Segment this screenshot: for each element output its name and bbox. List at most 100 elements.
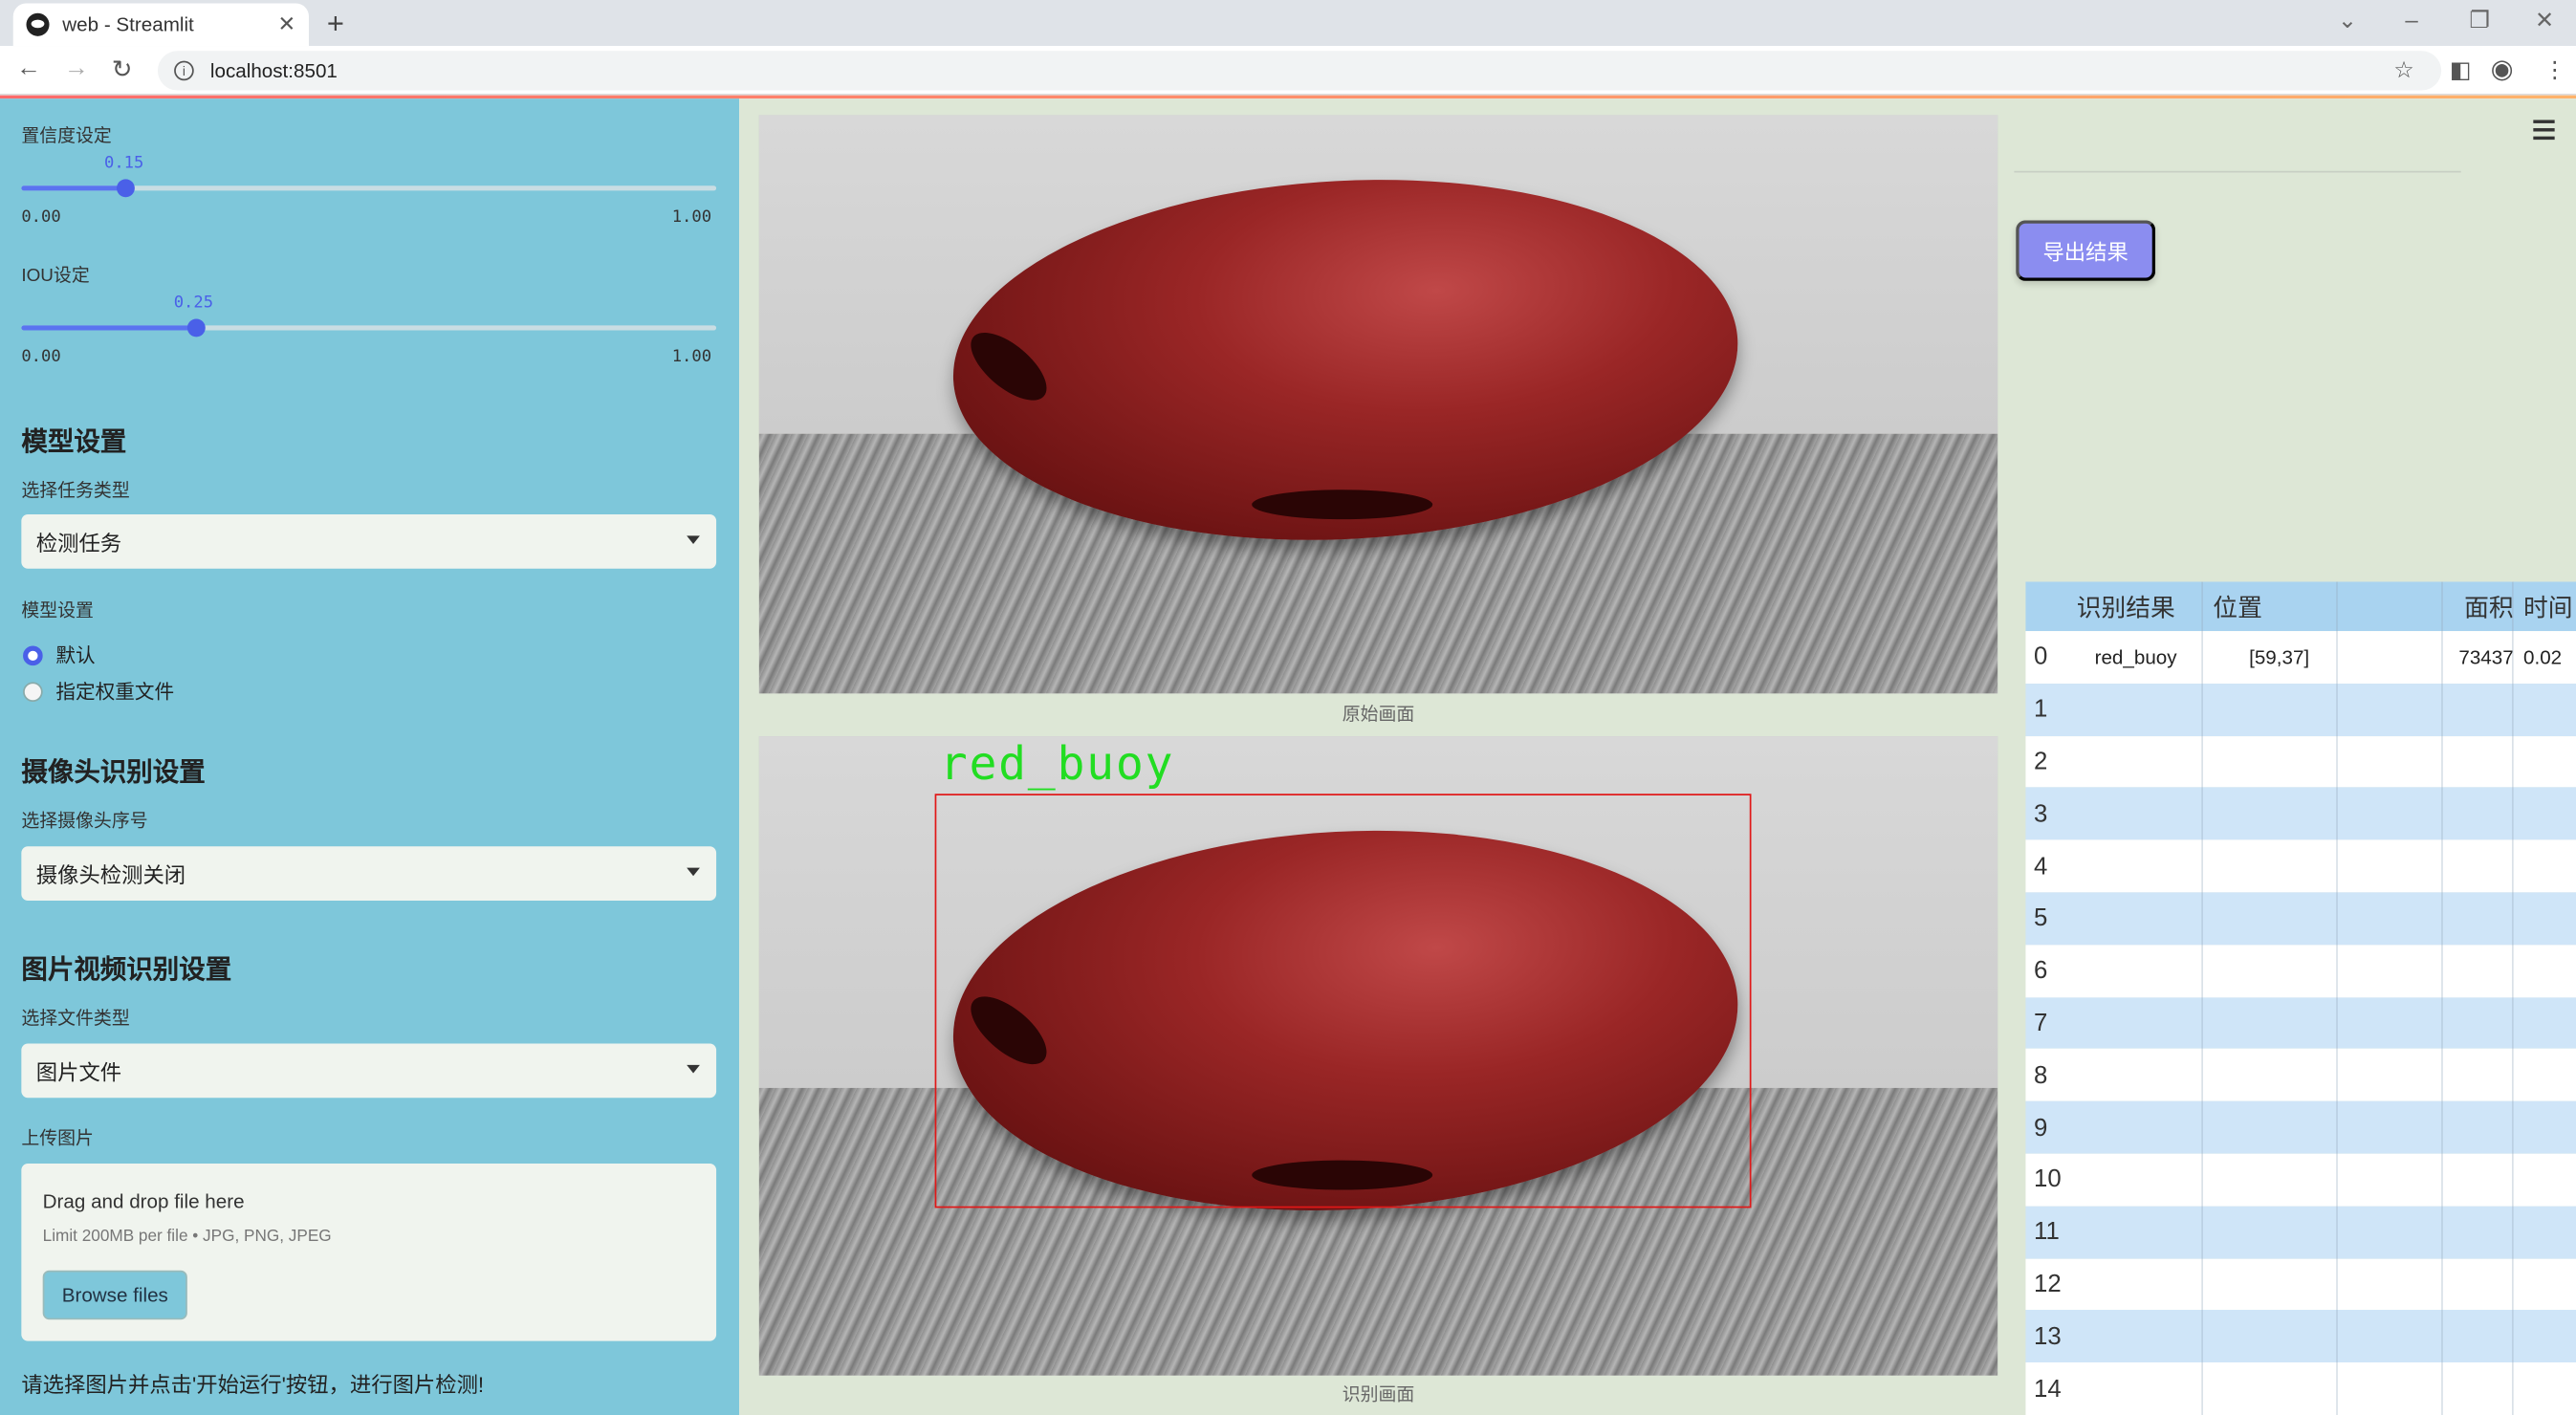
browse-files-button[interactable]: Browse files	[42, 1270, 187, 1320]
camera-section-heading: 摄像头识别设置	[21, 759, 206, 788]
browser-tab[interactable]: web - Streamlit ✕	[12, 3, 310, 47]
table-row[interactable]: 1	[2025, 683, 2576, 736]
confidence-value: 0.15	[103, 154, 144, 173]
browser-menu-icon[interactable]: ⋮	[2543, 55, 2566, 83]
upload-label: 上传图片	[21, 1128, 94, 1149]
tab-close-icon[interactable]: ✕	[278, 11, 296, 38]
row-index: 13	[2034, 1322, 2062, 1351]
chevron-down-icon	[687, 535, 700, 544]
table-row[interactable]: 2	[2025, 735, 2576, 789]
cell-result: red_buoy	[2094, 645, 2177, 669]
row-index: 1	[2034, 695, 2048, 724]
model-option-weights-file[interactable]: 指定权重文件	[23, 677, 174, 705]
forward-icon[interactable]: →	[64, 54, 89, 82]
header-position[interactable]: 位置	[2203, 589, 2443, 623]
iou-label: IOU设定	[21, 266, 90, 287]
camera-label: 选择摄像头序号	[21, 812, 148, 832]
table-row[interactable]: 14	[2025, 1362, 2576, 1415]
restore-icon[interactable]: ❐	[2469, 7, 2490, 34]
confidence-min: 0.00	[21, 208, 61, 228]
radio-unselected-icon[interactable]	[23, 681, 43, 702]
camera-select[interactable]: 摄像头检测关闭	[21, 846, 717, 901]
table-row[interactable]: 3	[2025, 788, 2576, 840]
confidence-slider-fill	[21, 185, 126, 191]
iou-slider-fill	[21, 325, 196, 331]
confidence-slider-thumb[interactable]	[117, 179, 136, 198]
confidence-max: 1.00	[671, 208, 712, 228]
row-index: 7	[2034, 1009, 2048, 1037]
divider	[2014, 170, 2461, 173]
task-type-value: 检测任务	[35, 531, 122, 555]
model-option-default[interactable]: 默认	[23, 641, 96, 668]
model-option-label: 默认	[55, 643, 96, 667]
table-header-row: 识别结果 位置 面积 时间	[2025, 581, 2576, 632]
camera-value: 摄像头检测关闭	[35, 862, 186, 888]
original-image-caption: 原始画面	[1342, 705, 1415, 726]
close-window-icon[interactable]: ✕	[2535, 7, 2554, 34]
table-row[interactable]: 0 red_buoy [59,37] 73437 0.02	[2025, 631, 2576, 684]
upload-limit-text: Limit 200MB per file • JPG, PNG, JPEG	[42, 1228, 332, 1246]
reload-icon[interactable]: ↻	[112, 54, 133, 83]
minimize-icon[interactable]: –	[2405, 7, 2417, 33]
table-row[interactable]: 5	[2025, 892, 2576, 946]
table-row[interactable]: 11	[2025, 1206, 2576, 1258]
iou-slider[interactable]	[21, 318, 717, 337]
row-index: 3	[2034, 799, 2048, 828]
bookmark-star-icon[interactable]: ☆	[2393, 55, 2414, 83]
row-index: 8	[2034, 1061, 2048, 1090]
file-uploader-dropzone[interactable]: Drag and drop file here Limit 200MB per …	[21, 1164, 717, 1341]
cell-area: 73437	[2458, 645, 2514, 669]
original-image	[758, 115, 1998, 694]
back-icon[interactable]: ←	[16, 54, 41, 82]
table-row[interactable]: 8	[2025, 1049, 2576, 1101]
export-results-button[interactable]: 导出结果	[2016, 220, 2156, 281]
table-row[interactable]: 7	[2025, 996, 2576, 1050]
browser-tab-bar: web - Streamlit ✕ + ⌄ – ❐ ✕	[0, 0, 2576, 47]
streamlit-favicon-icon	[26, 12, 50, 36]
url-text: localhost:8501	[209, 58, 338, 82]
site-info-icon[interactable]: i	[174, 60, 194, 81]
side-panel-icon[interactable]: ◧	[2450, 55, 2472, 83]
result-image-caption: 识别画面	[1342, 1385, 1415, 1405]
url-field[interactable]: i localhost:8501	[157, 51, 2442, 91]
column-divider	[2511, 581, 2514, 1415]
confidence-slider[interactable]	[21, 179, 717, 198]
tab-list-chevron-icon[interactable]: ⌄	[2338, 7, 2357, 34]
row-index: 10	[2034, 1165, 2062, 1194]
media-section-heading: 图片视频识别设置	[21, 956, 232, 985]
header-time[interactable]: 时间	[2514, 589, 2576, 623]
table-row[interactable]: 12	[2025, 1257, 2576, 1311]
new-tab-icon[interactable]: +	[327, 7, 344, 41]
hamburger-menu-icon[interactable]	[2533, 120, 2555, 144]
file-type-select[interactable]: 图片文件	[21, 1043, 717, 1099]
cell-time: 0.02	[2523, 645, 2563, 669]
address-bar-row: ← → ↻ i localhost:8501 ☆ ◧ ◉ ⋮	[0, 46, 2576, 96]
model-option-label: 指定权重文件	[55, 680, 175, 704]
task-type-select[interactable]: 检测任务	[21, 514, 717, 569]
task-type-label: 选择任务类型	[21, 481, 130, 502]
iou-max: 1.00	[671, 348, 712, 367]
table-row[interactable]: 9	[2025, 1100, 2576, 1154]
iou-slider-thumb[interactable]	[186, 318, 206, 337]
detection-bounding-box	[934, 794, 1752, 1208]
column-divider	[2441, 581, 2443, 1415]
cell-position: [59,37]	[2249, 645, 2310, 669]
table-row[interactable]: 10	[2025, 1153, 2576, 1207]
results-table: 识别结果 位置 面积 时间 0 red_buoy [59,37] 73437 0.02 1…	[2025, 581, 2576, 1415]
header-result[interactable]: 识别结果	[2068, 589, 2203, 623]
table-row[interactable]: 4	[2025, 839, 2576, 893]
chevron-down-icon	[687, 867, 700, 877]
table-row[interactable]: 6	[2025, 945, 2576, 997]
tab-title: web - Streamlit	[62, 12, 194, 36]
result-image: red_buoy	[758, 736, 1998, 1376]
header-area[interactable]: 面积	[2443, 589, 2514, 623]
column-divider	[2201, 581, 2203, 1415]
row-index: 4	[2034, 852, 2048, 881]
radio-selected-icon[interactable]	[23, 644, 43, 665]
main-content: 原始画面 red_buoy 识别画面 导出结果 识别结果 位置 面积 时间 0 r…	[739, 98, 2576, 1415]
sidebar: 置信度设定 0.15 0.00 1.00 IOU设定 0.25 0.00 1.0…	[0, 98, 740, 1415]
row-index: 14	[2034, 1374, 2062, 1404]
row-index: 0	[2034, 642, 2048, 671]
profile-avatar-icon[interactable]: ◉	[2491, 53, 2514, 85]
table-row[interactable]: 13	[2025, 1310, 2576, 1363]
